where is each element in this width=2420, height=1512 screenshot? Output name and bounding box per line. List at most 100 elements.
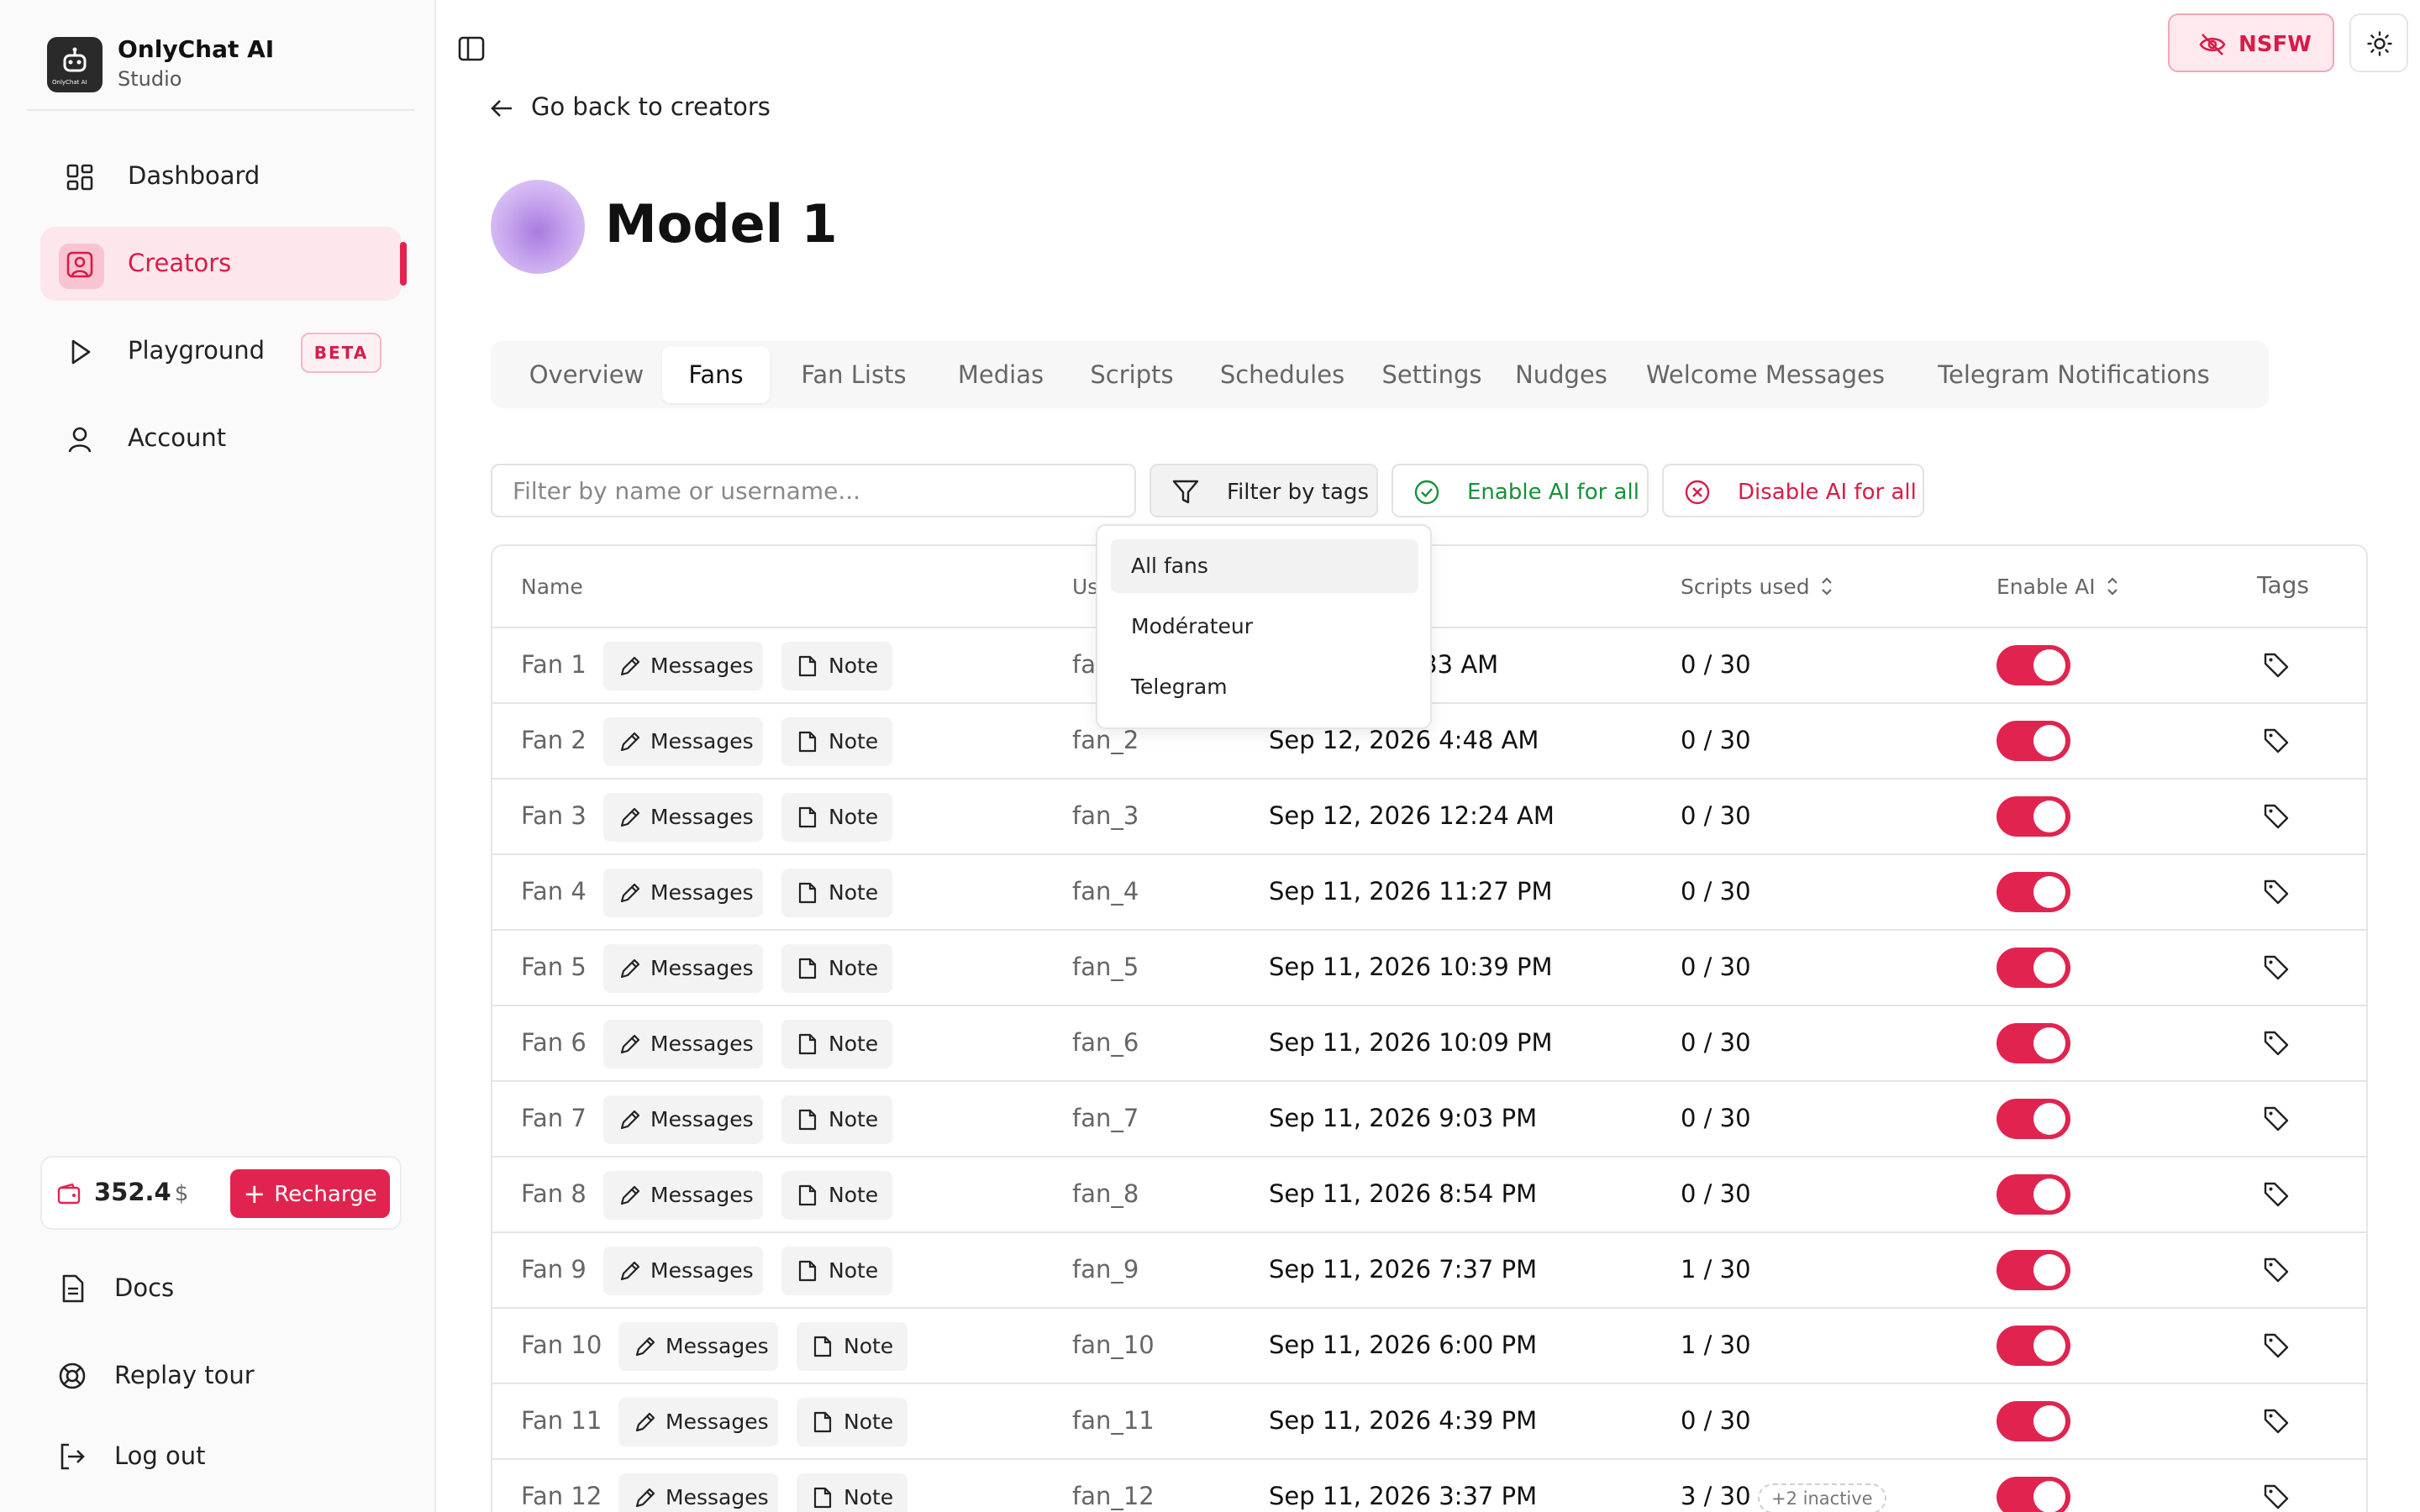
note-button[interactable]: Note [797, 1473, 908, 1512]
sidebar-toggle-icon[interactable] [457, 35, 491, 64]
tag-icon[interactable] [2262, 1331, 2291, 1360]
fan-name: Fan 9 [521, 1255, 587, 1284]
tab-overview[interactable]: Overview [494, 341, 679, 408]
note-button[interactable]: Note [781, 869, 892, 917]
dropdown-option-telegram[interactable]: Telegram [1111, 660, 1418, 714]
messages-button[interactable]: Messages [603, 944, 763, 993]
note-button[interactable]: Note [781, 1020, 892, 1068]
tab-schedules[interactable]: Schedules [1198, 341, 1366, 408]
scripts-used: 0 / 30 [1681, 1104, 1751, 1132]
theme-toggle-button[interactable] [2349, 13, 2408, 72]
enable-ai-toggle[interactable] [1996, 1401, 2070, 1441]
nav-item-dashboard[interactable]: Dashboard [40, 139, 402, 213]
tag-icon[interactable] [2262, 1180, 2291, 1209]
messages-button[interactable]: Messages [603, 793, 763, 842]
note-button[interactable]: Note [781, 717, 892, 766]
table-row: Fan 9 Messages Note fan_9 Sep 11, 2026 7:37 … [492, 1233, 2366, 1309]
tab-settings[interactable]: Settings [1368, 341, 1496, 408]
tag-icon[interactable] [2262, 1483, 2291, 1511]
note-button[interactable]: Note [781, 793, 892, 842]
disable-ai-all-button[interactable]: Disable AI for all [1662, 464, 1924, 517]
messages-button[interactable]: Messages [603, 717, 763, 766]
tag-icon[interactable] [2262, 1029, 2291, 1058]
table-row: Fan 5 Messages Note fan_5 Sep 11, 2026 10:39… [492, 931, 2366, 1006]
tag-icon[interactable] [2262, 1407, 2291, 1436]
tag-icon[interactable] [2262, 727, 2291, 755]
tab-fans[interactable]: Fans [662, 346, 770, 403]
replay-tour-link[interactable]: Replay tour [40, 1342, 402, 1410]
enable-ai-all-button[interactable]: Enable AI for all [1392, 464, 1649, 517]
enable-ai-toggle[interactable] [1996, 1099, 2070, 1139]
search-input[interactable] [491, 464, 1136, 517]
tag-icon[interactable] [2262, 651, 2291, 680]
tab-fan-lists[interactable]: Fan Lists [773, 341, 934, 408]
tab-welcome-messages[interactable]: Welcome Messages [1627, 341, 1904, 408]
avatar [491, 180, 585, 274]
enable-ai-toggle[interactable] [1996, 796, 2070, 837]
note-button[interactable]: Note [781, 1247, 892, 1295]
enable-ai-toggle[interactable] [1996, 1174, 2070, 1215]
note-button[interactable]: Note [781, 944, 892, 993]
nsfw-toggle-button[interactable]: NSFW [2168, 13, 2334, 72]
messages-button[interactable]: Messages [603, 642, 763, 690]
balance-value: 352.4 [94, 1178, 171, 1206]
filter-by-tags-button[interactable]: Filter by tags [1150, 464, 1378, 517]
nav-item-playground[interactable]: Playground BETA [40, 314, 402, 388]
tab-medias[interactable]: Medias [936, 341, 1065, 408]
tab-telegram-notifications[interactable]: Telegram Notifications [1906, 341, 2242, 408]
note-button[interactable]: Note [781, 1095, 892, 1144]
note-button[interactable]: Note [797, 1322, 908, 1371]
recharge-button[interactable]: + Recharge [230, 1169, 390, 1218]
enable-ai-toggle[interactable] [1996, 1250, 2070, 1290]
fan-username: fan_3 [1072, 801, 1139, 830]
dropdown-option-all-fans[interactable]: All fans [1111, 539, 1418, 593]
tag-icon[interactable] [2262, 1256, 2291, 1284]
enable-ai-toggle[interactable] [1996, 721, 2070, 761]
nav-item-creators[interactable]: Creators [40, 227, 407, 301]
messages-label: Messages [650, 805, 754, 829]
messages-button[interactable]: Messages [618, 1398, 778, 1446]
tag-icon[interactable] [2262, 802, 2291, 831]
messages-button[interactable]: Messages [603, 869, 763, 917]
header-enable-ai[interactable]: Enable AI [1996, 575, 2119, 599]
tab-nudges[interactable]: Nudges [1497, 341, 1625, 408]
tag-icon[interactable] [2262, 878, 2291, 906]
note-button[interactable]: Note [781, 1171, 892, 1220]
sidebar: OnlyChat AI OnlyChat AI Studio Dashboard… [0, 0, 436, 1512]
header-scripts-used[interactable]: Scripts used [1681, 575, 1833, 599]
balance-currency: $ [174, 1181, 189, 1206]
enable-ai-toggle[interactable] [1996, 1023, 2070, 1063]
enable-ai-toggle[interactable] [1996, 645, 2070, 685]
header-username[interactable]: Us [1072, 575, 1098, 599]
enable-ai-toggle[interactable] [1996, 1477, 2070, 1512]
messages-button[interactable]: Messages [618, 1322, 778, 1371]
messages-button[interactable]: Messages [603, 1247, 763, 1295]
note-icon [813, 1336, 832, 1357]
table-row: Fan 12 Messages Note fan_12 Sep 11, 2026 3:3… [492, 1460, 2366, 1512]
enable-ai-toggle[interactable] [1996, 948, 2070, 988]
logout-link[interactable]: Log out [40, 1423, 402, 1490]
enable-ai-toggle[interactable] [1996, 872, 2070, 912]
messages-button[interactable]: Messages [603, 1020, 763, 1068]
messages-label: Messages [650, 880, 754, 905]
messages-button[interactable]: Messages [603, 1095, 763, 1144]
note-button[interactable]: Note [781, 642, 892, 690]
toggle-knob [2033, 1405, 2065, 1437]
note-button[interactable]: Note [797, 1398, 908, 1446]
messages-button[interactable]: Messages [618, 1473, 778, 1512]
messages-button[interactable]: Messages [603, 1171, 763, 1220]
header-name[interactable]: Name [521, 575, 583, 599]
docs-link[interactable]: Docs [40, 1255, 402, 1322]
fan-name: Fan 4 [521, 877, 587, 906]
brand-logo-icon: OnlyChat AI [47, 37, 103, 92]
tab-scripts[interactable]: Scripts [1067, 341, 1197, 408]
note-label: Note [844, 1485, 894, 1509]
dropdown-option-moderateur[interactable]: Modérateur [1111, 600, 1418, 654]
dashboard-icon [66, 164, 93, 191]
fan-name: Fan 12 [521, 1482, 602, 1510]
nav-item-account[interactable]: Account [40, 402, 402, 475]
note-label: Note [844, 1334, 894, 1358]
tag-icon[interactable] [2262, 1105, 2291, 1133]
tag-icon[interactable] [2262, 953, 2291, 982]
enable-ai-toggle[interactable] [1996, 1326, 2070, 1366]
